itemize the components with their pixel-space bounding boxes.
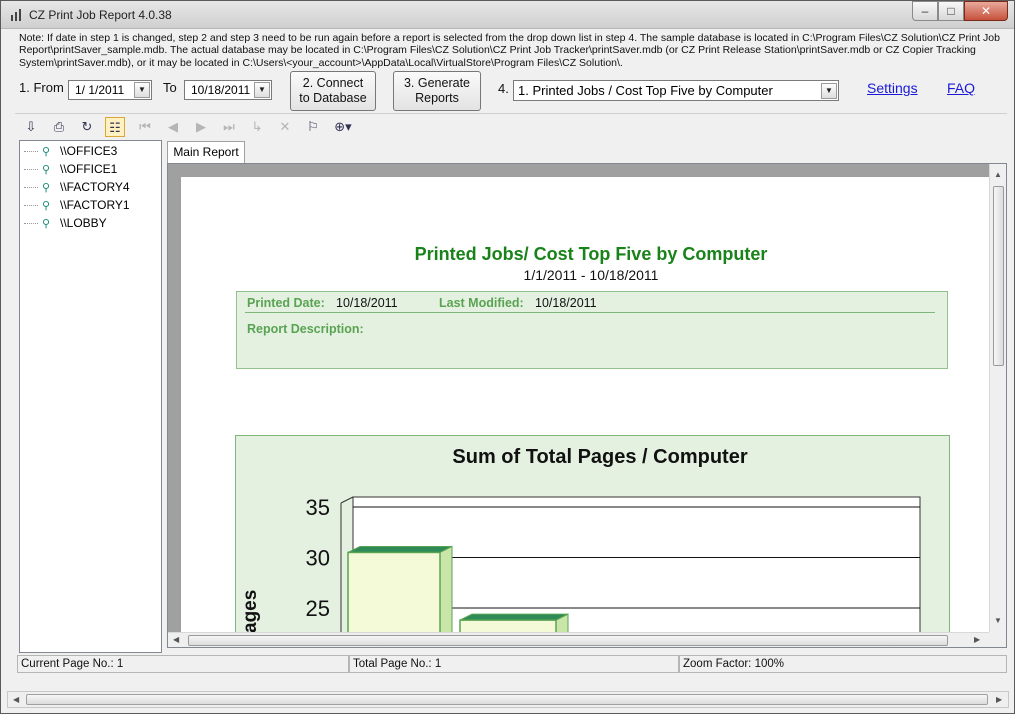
magnifier-icon: ⚲ bbox=[42, 163, 51, 176]
scroll-left-icon[interactable]: ◀ bbox=[173, 635, 179, 644]
printed-date-value: 10/18/2011 bbox=[336, 296, 398, 310]
tree-item-label: \\FACTORY1 bbox=[60, 198, 130, 212]
generate-button-line2: Reports bbox=[415, 91, 459, 105]
report-title: Printed Jobs/ Cost Top Five by Computer bbox=[414, 244, 768, 264]
status-bar: Current Page No.: 1 Total Page No.: 1 Zo… bbox=[17, 655, 1007, 673]
generate-button-line1: 3. Generate bbox=[403, 76, 470, 90]
generate-reports-button[interactable]: 3. Generate Reports bbox=[393, 71, 481, 111]
vertical-scrollbar[interactable]: ▲ ▼ bbox=[989, 164, 1006, 632]
chart-panel: Sum of Total Pages / Computer 25 30 35 ages bbox=[235, 435, 950, 632]
window-horizontal-scrollbar[interactable]: ◀ ▶ bbox=[7, 691, 1009, 708]
bar-side bbox=[439, 545, 453, 632]
scroll-up-icon[interactable]: ▲ bbox=[994, 170, 1002, 179]
y-axis-label: ages bbox=[240, 590, 261, 632]
plot-edge bbox=[340, 496, 354, 504]
goto-page-icon[interactable]: ↳ bbox=[247, 117, 267, 137]
last-modified-value: 10/18/2011 bbox=[535, 296, 597, 310]
magnifier-icon: ⚲ bbox=[42, 145, 51, 158]
horizontal-scrollbar[interactable]: ◀ ▶ bbox=[168, 632, 989, 647]
window-title: CZ Print Job Report 4.0.38 bbox=[29, 8, 172, 22]
report-info-panel: Printed Date: 10/18/2011 Last Modified: … bbox=[236, 291, 948, 369]
tree-item[interactable]: ⚲ \\LOBBY bbox=[24, 214, 107, 232]
tree-item-label: \\OFFICE1 bbox=[60, 162, 118, 176]
scroll-down-icon[interactable]: ▼ bbox=[994, 616, 1002, 625]
scroll-corner bbox=[989, 632, 1006, 647]
tree-item[interactable]: ⚲ \\FACTORY4 bbox=[24, 178, 130, 196]
bar-top bbox=[459, 613, 569, 621]
report-step-label: 4. bbox=[498, 81, 509, 96]
from-date-value: 1/ 1/2011 bbox=[75, 83, 125, 97]
bar bbox=[347, 551, 441, 632]
chart-title: Sum of Total Pages / Computer bbox=[452, 446, 747, 468]
magnifier-icon: ⚲ bbox=[42, 217, 51, 230]
bar-top bbox=[347, 545, 453, 553]
previous-page-icon[interactable]: ◀ bbox=[163, 117, 183, 137]
y-tick-label: 30 bbox=[306, 546, 330, 571]
bar-chart: Sum of Total Pages / Computer 25 30 35 ages bbox=[240, 446, 921, 632]
tree-item[interactable]: ⚲ \\OFFICE3 bbox=[24, 142, 117, 160]
tree-item[interactable]: ⚲ \\OFFICE1 bbox=[24, 160, 117, 178]
report-viewer: Printed Jobs/ Cost Top Five by Computer … bbox=[167, 163, 1007, 648]
close-button[interactable]: ✕ bbox=[964, 1, 1008, 21]
bar bbox=[459, 619, 557, 632]
search-icon[interactable]: ⚐ bbox=[303, 117, 323, 137]
window-scroll-thumb[interactable] bbox=[26, 694, 988, 705]
faq-link[interactable]: FAQ bbox=[947, 80, 975, 96]
magnifier-icon: ⚲ bbox=[42, 181, 51, 194]
tab-main-report[interactable]: Main Report bbox=[167, 141, 245, 163]
group-tree-icon[interactable]: ☷ bbox=[105, 117, 125, 137]
to-date-value: 10/18/2011 bbox=[191, 83, 251, 97]
export-icon[interactable]: ⇩ bbox=[21, 117, 41, 137]
settings-link[interactable]: Settings bbox=[867, 80, 918, 96]
tree-item-label: \\LOBBY bbox=[60, 216, 107, 230]
horizontal-scroll-thumb[interactable] bbox=[188, 635, 948, 646]
report-select[interactable]: 1. Printed Jobs / Cost Top Five by Compu… bbox=[513, 80, 839, 101]
viewer-toolbar: ⇩ ⎙ ↻ ☷ ⏮ ◀ ▶ ⏭ ↳ ✕ ⚐ ⊕▾ bbox=[15, 113, 1007, 139]
from-label: 1. From bbox=[19, 80, 64, 95]
y-tick-label: 35 bbox=[306, 495, 330, 520]
report-page: Printed Jobs/ Cost Top Five by Computer … bbox=[181, 177, 989, 632]
current-page-status: Current Page No.: 1 bbox=[17, 655, 349, 673]
title-bar[interactable]: CZ Print Job Report 4.0.38 – □ ✕ bbox=[1, 1, 1014, 29]
chevron-down-icon[interactable]: ▼ bbox=[821, 83, 837, 99]
print-icon[interactable]: ⎙ bbox=[49, 117, 69, 137]
next-page-icon[interactable]: ▶ bbox=[191, 117, 211, 137]
zoom-icon[interactable]: ⊕▾ bbox=[329, 117, 357, 137]
magnifier-icon: ⚲ bbox=[42, 199, 51, 212]
connect-button-line1: 2. Connect bbox=[302, 76, 364, 90]
connect-database-button[interactable]: 2. Connect to Database bbox=[290, 71, 376, 111]
chevron-down-icon[interactable]: ▼ bbox=[254, 82, 270, 98]
last-modified-label: Last Modified: bbox=[439, 296, 524, 310]
refresh-icon[interactable]: ↻ bbox=[77, 117, 97, 137]
report-date-range: 1/1/2011 - 10/18/2011 bbox=[523, 267, 659, 283]
total-page-status: Total Page No.: 1 bbox=[349, 655, 679, 673]
y-tick-label: 25 bbox=[306, 596, 330, 621]
group-tree: ⚲ \\OFFICE3 ⚲ \\OFFICE1 ⚲ \\FACTORY4 ⚲ \… bbox=[19, 140, 162, 653]
instructions-note: Note: If date in step 1 is changed, step… bbox=[19, 32, 1000, 69]
to-label: To bbox=[163, 80, 177, 95]
to-date-picker[interactable]: 10/18/2011 ▼ bbox=[184, 80, 272, 100]
app-logo-icon bbox=[11, 9, 21, 21]
tree-item-label: \\FACTORY4 bbox=[60, 180, 130, 194]
divider bbox=[245, 312, 935, 313]
tree-item-label: \\OFFICE3 bbox=[60, 144, 118, 158]
last-page-icon[interactable]: ⏭ bbox=[219, 117, 239, 137]
zoom-status: Zoom Factor: 100% bbox=[679, 655, 1007, 673]
restore-button[interactable]: □ bbox=[938, 1, 964, 21]
scroll-right-icon[interactable]: ▶ bbox=[996, 695, 1002, 704]
minimize-button[interactable]: – bbox=[912, 1, 938, 21]
chevron-down-icon[interactable]: ▼ bbox=[134, 82, 150, 98]
vertical-scroll-thumb[interactable] bbox=[993, 186, 1004, 366]
scroll-right-icon[interactable]: ▶ bbox=[974, 635, 980, 644]
stop-icon[interactable]: ✕ bbox=[275, 117, 295, 137]
report-description-label: Report Description: bbox=[247, 322, 364, 336]
tree-item[interactable]: ⚲ \\FACTORY1 bbox=[24, 196, 130, 214]
first-page-icon[interactable]: ⏮ bbox=[135, 117, 155, 137]
printed-date-label: Printed Date: bbox=[247, 296, 325, 310]
from-date-picker[interactable]: 1/ 1/2011 ▼ bbox=[68, 80, 152, 100]
report-select-value: 1. Printed Jobs / Cost Top Five by Compu… bbox=[518, 83, 773, 98]
connect-button-line2: to Database bbox=[299, 91, 367, 105]
app-window: CZ Print Job Report 4.0.38 – □ ✕ Note: I… bbox=[0, 0, 1015, 714]
scroll-left-icon[interactable]: ◀ bbox=[13, 695, 19, 704]
